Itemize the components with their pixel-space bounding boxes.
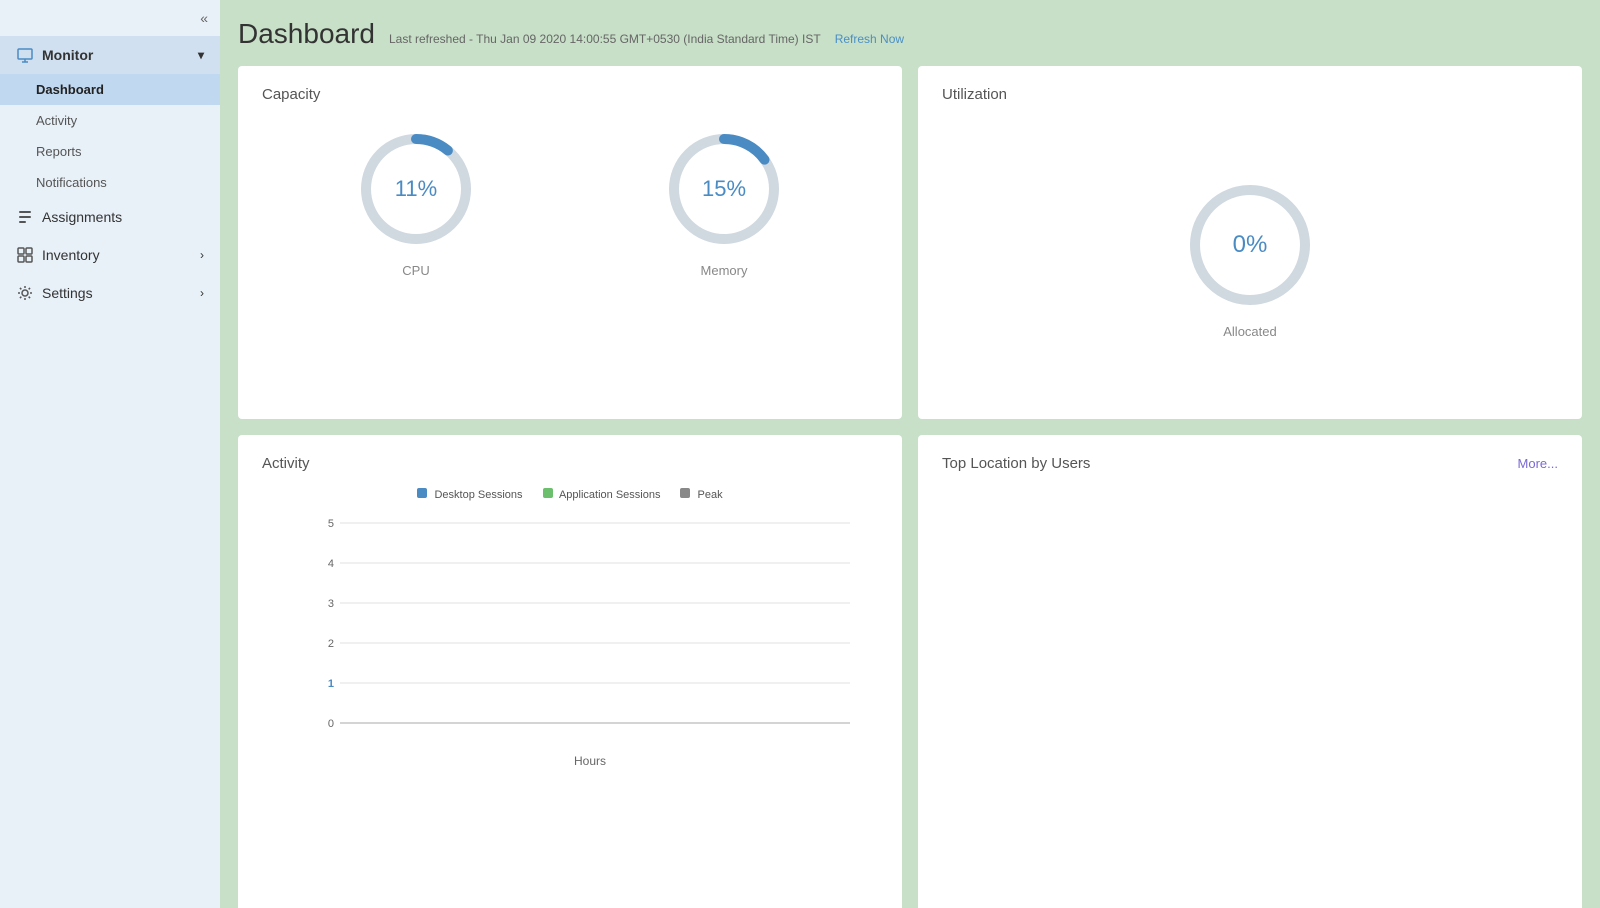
allocated-gauge-value: 0% — [1233, 231, 1268, 259]
sidebar: « Monitor ▾ Dashboard Activity Reports N… — [0, 0, 220, 908]
sidebar-item-settings-label: Settings — [42, 285, 93, 301]
sidebar-section-assignments: Assignments — [0, 198, 220, 236]
x-axis-label: Hours — [302, 754, 878, 768]
memory-gauge-value: 15% — [702, 176, 746, 202]
y-axis-label: Users — [276, 517, 288, 908]
main-content: Dashboard Last refreshed - Thu Jan 09 20… — [220, 0, 1600, 908]
svg-text:1: 1 — [328, 678, 334, 690]
chart-legend: Desktop Sessions Application Sessions Pe… — [262, 488, 878, 501]
cpu-gauge-value: 11% — [395, 176, 437, 202]
capacity-gauges: 11% CPU 15% Memory — [262, 119, 878, 278]
legend-app-sessions: Application Sessions — [543, 488, 661, 501]
page-title: Dashboard — [238, 18, 375, 50]
refresh-now-link[interactable]: Refresh Now — [835, 32, 904, 46]
capacity-card-title: Capacity — [262, 86, 878, 103]
activity-card-title: Activity — [262, 455, 878, 472]
utilization-card-title: Utilization — [942, 86, 1558, 103]
inventory-chevron-icon: › — [200, 248, 204, 262]
sidebar-item-settings[interactable]: Settings › — [0, 274, 220, 312]
svg-text:5: 5 — [328, 518, 334, 530]
sidebar-item-notifications[interactable]: Notifications — [0, 167, 220, 198]
sidebar-item-monitor[interactable]: Monitor ▾ — [0, 36, 220, 74]
monitor-icon — [16, 46, 34, 64]
capacity-card: Capacity 11% CPU — [238, 66, 902, 419]
svg-text:4: 4 — [328, 558, 334, 570]
legend-desktop-sessions: Desktop Sessions — [417, 488, 522, 501]
dashboard-grid: Capacity 11% CPU — [238, 66, 1582, 908]
sidebar-item-monitor-label: Monitor — [42, 47, 93, 63]
memory-label: Memory — [701, 263, 748, 278]
top-location-card: Top Location by Users More... — [918, 435, 1582, 908]
utilization-center: 0% Allocated — [942, 119, 1558, 399]
top-location-header: Top Location by Users More... — [942, 455, 1558, 472]
cpu-gauge: 11% CPU — [356, 129, 476, 278]
top-location-card-title: Top Location by Users — [942, 455, 1090, 472]
sidebar-item-assignments[interactable]: Assignments — [0, 198, 220, 236]
desktop-sessions-dot — [417, 488, 427, 498]
page-header: Dashboard Last refreshed - Thu Jan 09 20… — [238, 18, 1582, 50]
sidebar-collapse-button[interactable]: « — [0, 0, 220, 36]
legend-peak: Peak — [680, 488, 722, 501]
sidebar-item-inventory[interactable]: Inventory › — [0, 236, 220, 274]
app-sessions-dot — [543, 488, 553, 498]
activity-chart-area: Desktop Sessions Application Sessions Pe… — [262, 488, 878, 908]
activity-chart-svg: 5 4 3 2 1 0 — [302, 513, 878, 753]
sidebar-item-assignments-label: Assignments — [42, 209, 122, 225]
sidebar-section-monitor: Monitor ▾ Dashboard Activity Reports Not… — [0, 36, 220, 198]
more-link[interactable]: More... — [1518, 456, 1558, 471]
sidebar-item-reports[interactable]: Reports — [0, 136, 220, 167]
assignments-icon — [16, 208, 34, 226]
sidebar-item-activity[interactable]: Activity — [0, 105, 220, 136]
monitor-chevron-icon: ▾ — [198, 48, 204, 62]
peak-dot — [680, 488, 690, 498]
svg-text:2: 2 — [328, 638, 334, 650]
svg-text:3: 3 — [328, 598, 334, 610]
sidebar-item-dashboard[interactable]: Dashboard — [0, 74, 220, 105]
cpu-label: CPU — [402, 263, 429, 278]
inventory-icon — [16, 246, 34, 264]
settings-chevron-icon: › — [200, 286, 204, 300]
activity-card: Activity Desktop Sessions Application Se… — [238, 435, 902, 908]
utilization-card: Utilization 0% Allocated — [918, 66, 1582, 419]
sidebar-section-inventory: Inventory › — [0, 236, 220, 274]
memory-gauge: 15% Memory — [664, 129, 784, 278]
sidebar-item-inventory-label: Inventory — [42, 247, 100, 263]
last-refresh-time: Last refreshed - Thu Jan 09 2020 14:00:5… — [389, 32, 821, 46]
settings-icon — [16, 284, 34, 302]
svg-text:0: 0 — [328, 718, 334, 730]
sidebar-section-settings: Settings › — [0, 274, 220, 312]
allocated-label: Allocated — [1223, 324, 1276, 339]
